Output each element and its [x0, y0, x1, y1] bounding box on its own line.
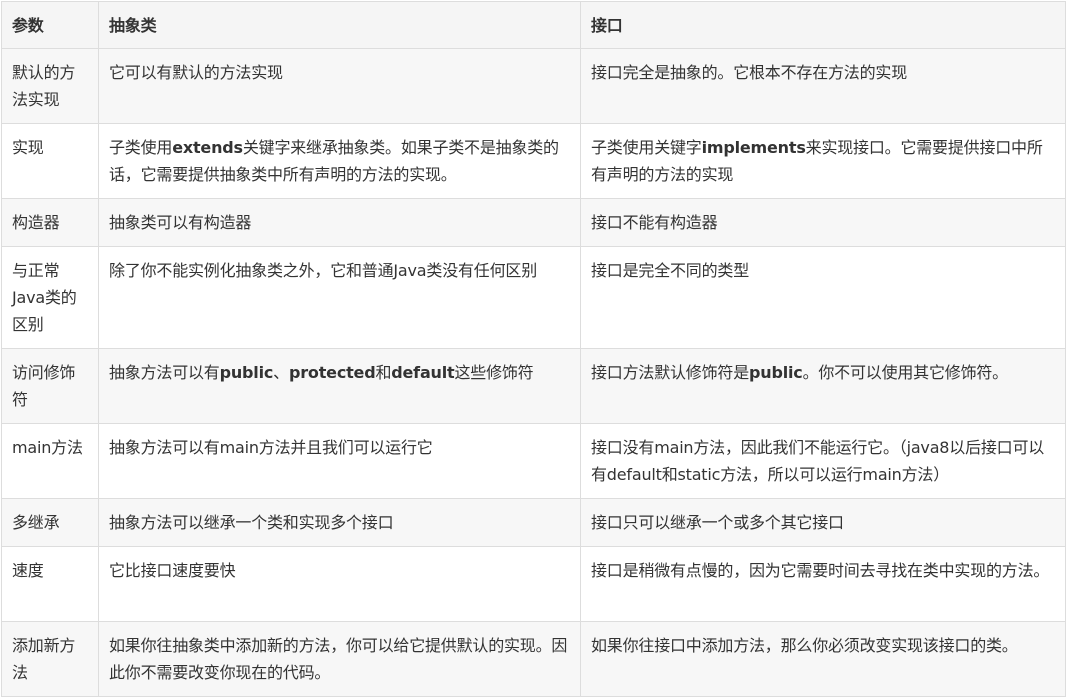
cell-text: 抽象方法可以有	[109, 363, 220, 382]
table-row: 多继承 抽象方法可以继承一个类和实现多个接口 接口只可以继承一个或多个其它接口	[1, 498, 1066, 547]
cell-interface: 接口不能有构造器	[580, 198, 1066, 247]
cell-text: 接口只可以继承一个或多个其它接口	[591, 513, 844, 532]
cell-text: 和	[375, 363, 392, 382]
cell-interface: 接口完全是抽象的。它根本不存在方法的实现	[580, 48, 1066, 124]
header-param: 参数	[1, 1, 99, 49]
cell-param: 实现	[1, 123, 99, 199]
cell-text: 它比接口速度要快	[109, 561, 236, 580]
table-row: main方法 抽象方法可以有main方法并且我们可以运行它 接口没有main方法，因…	[1, 423, 1066, 499]
cell-text: 接口不能有构造器	[591, 213, 718, 232]
cell-text: 接口完全是抽象的。它根本不存在方法的实现	[591, 63, 908, 82]
cell-param: main方法	[1, 423, 99, 499]
keyword-text: default	[391, 363, 455, 382]
cell-text: 子类使用	[109, 138, 173, 157]
keyword-text: implements	[701, 138, 806, 157]
cell-abstract-class: 它比接口速度要快	[98, 546, 581, 622]
comparison-table: 参数 抽象类 接口 默认的方法实现 它可以有默认的方法实现 接口完全是抽象的。它根本…	[1, 1, 1066, 697]
cell-text: 接口是完全不同的类型	[591, 261, 750, 280]
cell-interface: 接口只可以继承一个或多个其它接口	[580, 498, 1066, 547]
cell-param: 构造器	[1, 198, 99, 247]
table-row: 与正常Java类的区别 除了你不能实例化抽象类之外，它和普通Java类没有任何区别…	[1, 246, 1066, 349]
cell-text: 接口方法默认修饰符是	[591, 363, 750, 382]
cell-abstract-class: 如果你往抽象类中添加新的方法，你可以给它提供默认的实现。因此你不需要改变你现在的…	[98, 621, 581, 697]
cell-text: 如果你往接口中添加方法，那么你必须改变实现该接口的类。	[591, 636, 1018, 655]
cell-abstract-class: 抽象类可以有构造器	[98, 198, 581, 247]
cell-abstract-class: 子类使用extends关键字来继承抽象类。如果子类不是抽象类的话，它需要提供抽象…	[98, 123, 581, 199]
keyword-text: public	[749, 363, 803, 382]
cell-text: 如果你往抽象类中添加新的方法，你可以给它提供默认的实现。因此你不需要改变你现在的…	[109, 636, 568, 682]
cell-abstract-class: 抽象方法可以继承一个类和实现多个接口	[98, 498, 581, 547]
header-row: 参数 抽象类 接口	[1, 1, 1066, 49]
keyword-text: extends	[172, 138, 243, 157]
keyword-text: public	[219, 363, 274, 382]
cell-interface: 接口没有main方法，因此我们不能运行它。（java8以后接口可以有defaul…	[580, 423, 1066, 499]
cell-text: 。你不可以使用其它修饰符。	[802, 363, 1009, 382]
table-row: 添加新方法 如果你往抽象类中添加新的方法，你可以给它提供默认的实现。因此你不需要改…	[1, 621, 1066, 697]
cell-abstract-class: 它可以有默认的方法实现	[98, 48, 581, 124]
cell-text: 抽象方法可以继承一个类和实现多个接口	[109, 513, 394, 532]
header-interface: 接口	[580, 1, 1066, 49]
cell-text: 抽象方法可以有main方法并且我们可以运行它	[109, 438, 433, 457]
cell-interface: 接口是稍微有点慢的，因为它需要时间去寻找在类中实现的方法。	[580, 546, 1066, 622]
header-abstract-class: 抽象类	[98, 1, 581, 49]
cell-param: 默认的方法实现	[1, 48, 99, 124]
cell-param: 与正常Java类的区别	[1, 246, 99, 349]
cell-abstract-class: 抽象方法可以有public、protected和default这些修饰符	[98, 348, 581, 424]
cell-interface: 如果你往接口中添加方法，那么你必须改变实现该接口的类。	[580, 621, 1066, 697]
table-row: 速度 它比接口速度要快 接口是稍微有点慢的，因为它需要时间去寻找在类中实现的方法。	[1, 546, 1066, 622]
table-row: 默认的方法实现 它可以有默认的方法实现 接口完全是抽象的。它根本不存在方法的实现	[1, 48, 1066, 124]
keyword-text: protected	[288, 363, 376, 382]
cell-param: 访问修饰符	[1, 348, 99, 424]
table-row: 实现 子类使用extends关键字来继承抽象类。如果子类不是抽象类的话，它需要提供…	[1, 123, 1066, 199]
cell-interface: 接口方法默认修饰符是public。你不可以使用其它修饰符。	[580, 348, 1066, 424]
table-row: 构造器 抽象类可以有构造器 接口不能有构造器	[1, 198, 1066, 247]
cell-interface: 子类使用关键字implements来实现接口。它需要提供接口中所有声明的方法的实…	[580, 123, 1066, 199]
cell-param: 多继承	[1, 498, 99, 547]
cell-param: 添加新方法	[1, 621, 99, 697]
cell-text: 除了你不能实例化抽象类之外，它和普通Java类没有任何区别	[109, 261, 537, 280]
cell-text: 、	[273, 363, 289, 382]
cell-text: 接口是稍微有点慢的，因为它需要时间去寻找在类中实现的方法。	[591, 561, 1050, 580]
cell-abstract-class: 除了你不能实例化抽象类之外，它和普通Java类没有任何区别	[98, 246, 581, 349]
cell-interface: 接口是完全不同的类型	[580, 246, 1066, 349]
cell-text: 这些修饰符	[454, 363, 534, 382]
cell-text: 接口没有main方法，因此我们不能运行它。（java8以后接口可以有defaul…	[591, 438, 1045, 484]
cell-text: 它可以有默认的方法实现	[109, 63, 283, 82]
cell-abstract-class: 抽象方法可以有main方法并且我们可以运行它	[98, 423, 581, 499]
table-row: 访问修饰符 抽象方法可以有public、protected和default这些修饰…	[1, 348, 1066, 424]
cell-param: 速度	[1, 546, 99, 622]
cell-text: 抽象类可以有构造器	[109, 213, 252, 232]
cell-text: 子类使用关键字	[591, 138, 702, 157]
table-body: 默认的方法实现 它可以有默认的方法实现 接口完全是抽象的。它根本不存在方法的实现实现…	[1, 48, 1066, 697]
